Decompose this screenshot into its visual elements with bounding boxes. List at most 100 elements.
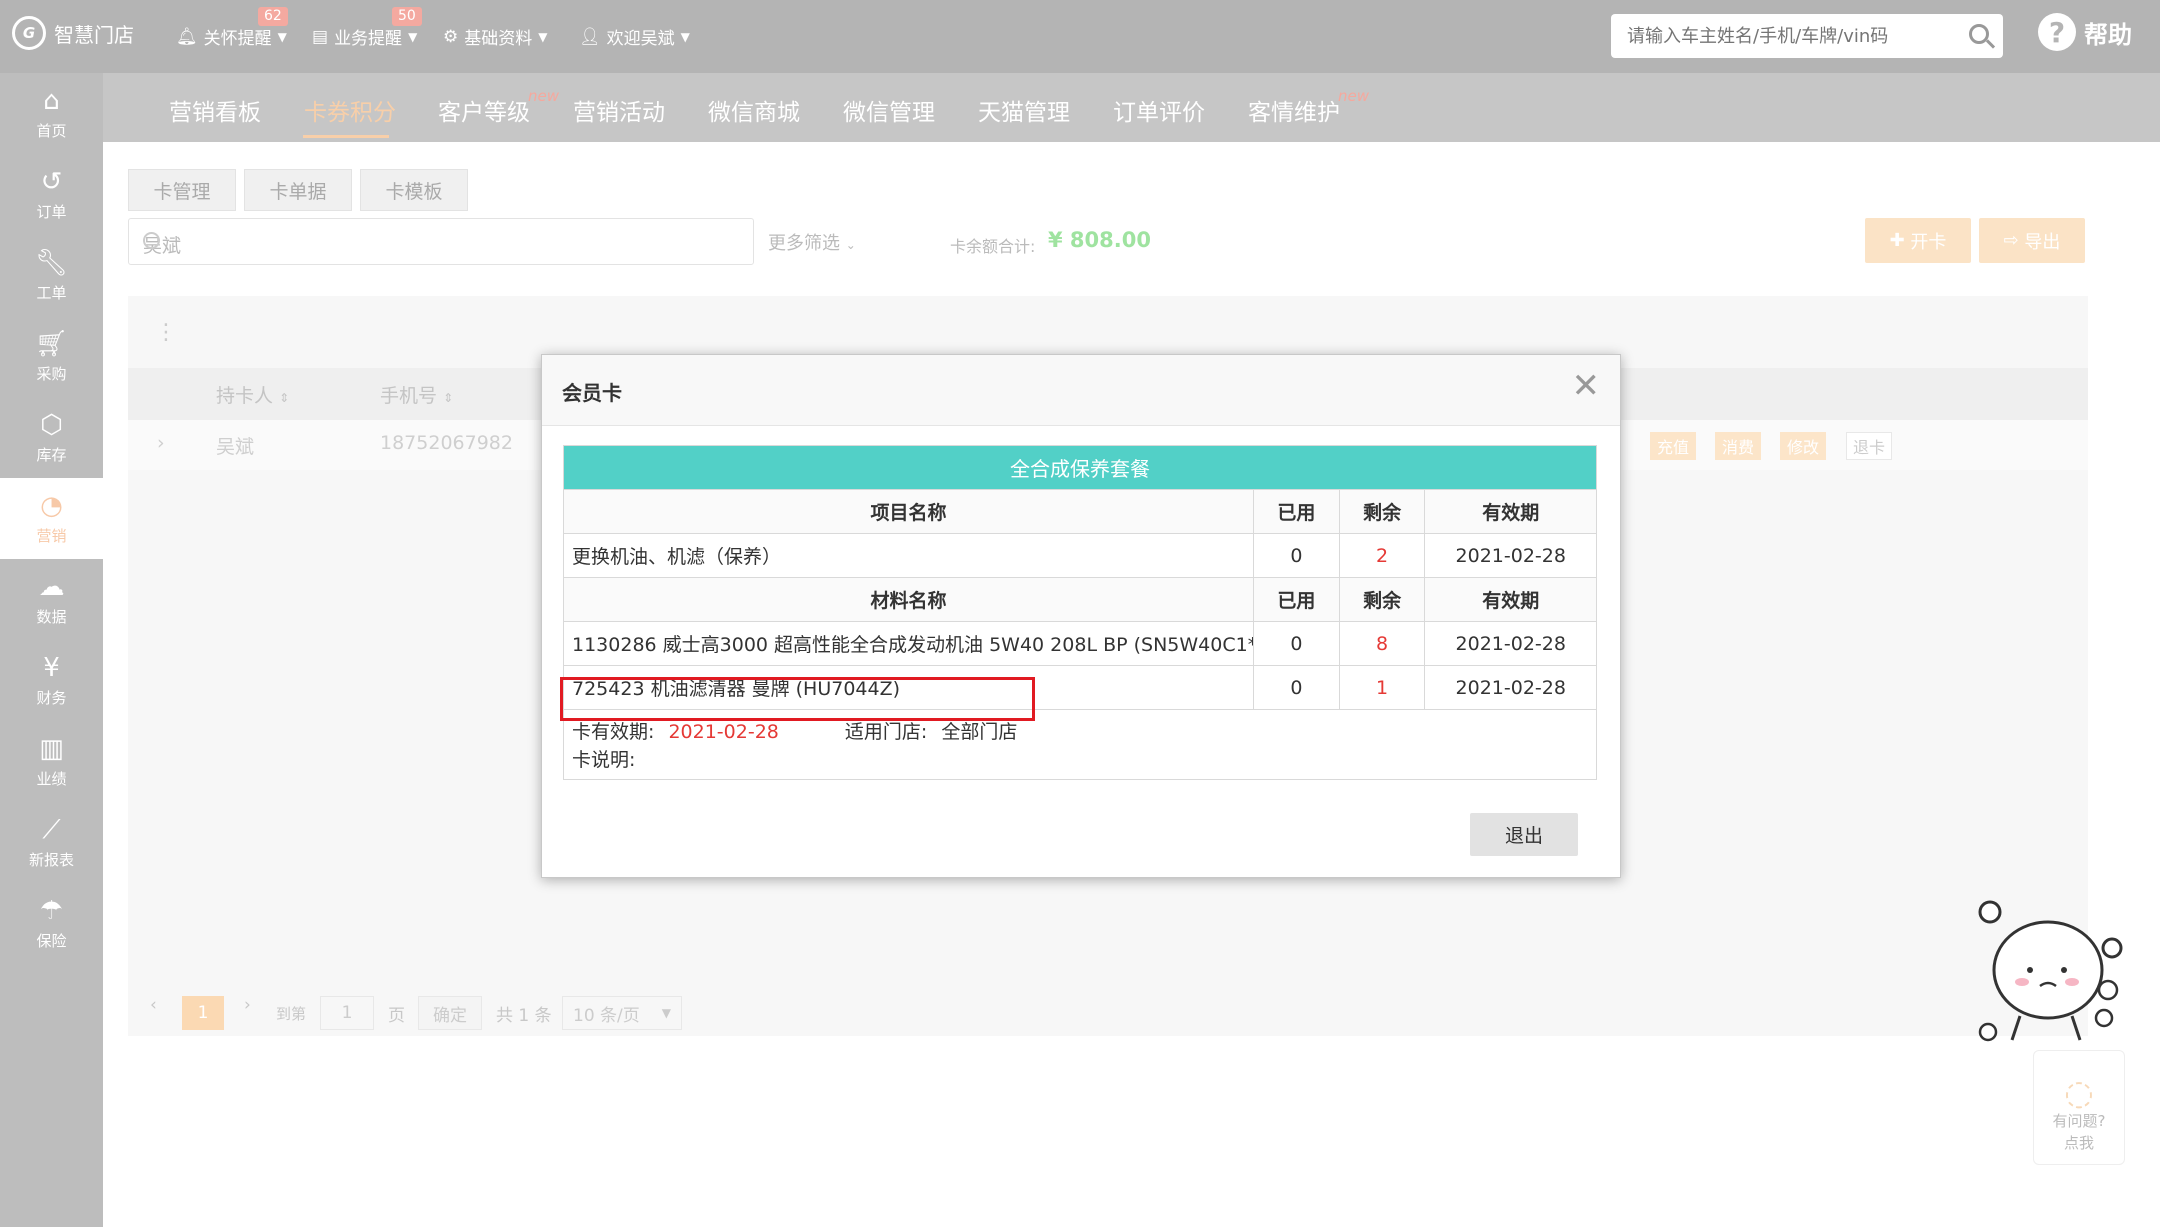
item-remaining: 2 [1338,533,1426,578]
logo-text: 智慧门店 [54,22,134,47]
phone-cell: 18752067982 [380,432,513,454]
sidebar-item-label: 订单 [36,203,67,221]
more-vertical-icon[interactable]: ⋮ [155,320,177,345]
menu-business-reminder[interactable]: ▤ 业务提醒 ▼ 50 [312,7,422,49]
home-icon: ⌂ [43,86,60,116]
open-card-label: 开卡 [1910,231,1947,253]
remaining-header: 剩余 [1338,577,1426,622]
menu-user[interactable]: 👤︎ 欢迎吴斌 ▼ [579,24,690,50]
sidebar-item-marketing[interactable]: ◔ 营销 [0,478,103,559]
tab-customer-care[interactable]: 客情维护 [1248,93,1340,127]
close-icon[interactable]: ✕ [1572,369,1601,403]
edit-button[interactable]: 修改 [1780,432,1826,460]
global-search[interactable] [1611,14,2003,58]
tab-tmall-manage[interactable]: 天猫管理 [978,93,1070,127]
page-current[interactable]: 1 [182,996,224,1030]
caret-down-icon: ▼ [538,29,548,44]
sidebar-item-orders[interactable]: ↺ 订单 [0,154,103,235]
expand-row-icon[interactable]: › [157,432,165,454]
help-float-button[interactable]: ◌ 有问题? 点我 [2033,1050,2125,1165]
tab-marketing-events[interactable]: 营销活动 [573,93,665,127]
pie-chart-icon: ◔ [40,491,63,521]
menu-label: 欢迎吴斌 [606,29,675,49]
sidebar-item-finance[interactable]: ¥ 财务 [0,640,103,721]
caret-down-icon: ▼ [680,29,690,44]
sidebar-item-label: 采购 [36,365,67,383]
sidebar-item-purchase[interactable]: 🛒︎ 采购 [0,316,103,397]
menu-basic-data[interactable]: ⚙ 基础资料 ▼ [443,24,548,50]
tab-order-review[interactable]: 订单评价 [1113,93,1205,127]
sidebar-item-label: 库存 [36,446,67,464]
helper-line1: 有问题? [2052,1112,2106,1130]
sidebar-item-new-report[interactable]: ⟋ 新报表 [0,802,103,883]
sidebar-item-label: 财务 [36,689,67,707]
tab-marketing-board[interactable]: 营销看板 [169,93,261,127]
next-page-icon[interactable]: › [244,995,251,1015]
support-icon: ◌ [2064,1073,2094,1113]
column-holder[interactable]: 持卡人 ⇕ [216,381,289,408]
modal-title: 会员卡 [562,381,622,405]
sidebar-item-performance[interactable]: ▥ 业绩 [0,721,103,802]
search-icon[interactable] [143,232,160,249]
tab-wechat-manage[interactable]: 微信管理 [843,93,935,127]
open-card-button[interactable]: ✚ 开卡 [1865,218,1971,263]
new-badge: new [1338,87,1370,105]
help-button[interactable]: ? 帮助 [2038,13,2132,51]
consume-button[interactable]: 消费 [1715,432,1761,460]
wrench-icon: 🔧︎ [34,248,68,278]
menu-care-reminder[interactable]: 🔔︎ 关怀提醒 ▼ 62 [176,7,288,49]
sidebar-item-inventory[interactable]: ⬡ 库存 [0,397,103,478]
caret-down-icon: ▼ [408,29,418,44]
gear-icon: ⚙ [443,26,459,47]
history-icon: ↺ [40,167,63,197]
sidebar-item-label: 营销 [36,527,67,545]
sidebar-item-label: 业绩 [36,770,67,788]
card-description-label: 卡说明: [572,749,636,771]
sidebar-item-insurance[interactable]: ☂ 保险 [0,883,103,964]
question-icon: ? [2038,13,2076,51]
material-name-header: 材料名称 [563,577,1254,622]
goto-confirm-button[interactable]: 确定 [418,996,482,1030]
sidebar-item-label: 工单 [36,284,67,302]
helper-line2: 点我 [2063,1134,2094,1152]
menu-label: 业务提醒 [334,29,403,49]
caret-down-icon: ▼ [661,1006,671,1020]
material-remaining: 1 [1338,665,1426,710]
cloud-icon: ☁ [38,572,65,602]
item-name-header: 项目名称 [563,489,1254,534]
bell-icon: 🔔︎ [176,26,198,47]
tab-card-bills[interactable]: 卡单据 [244,169,352,211]
modal-header: 会员卡 ✕ [542,355,1620,426]
filter-search-input[interactable]: 吴斌 [128,218,754,265]
balance-value: ¥ 808.00 [1048,228,1151,252]
search-input[interactable] [1611,14,1957,58]
sidebar-item-data[interactable]: ☁ 数据 [0,559,103,640]
table-row: 1130286 威士高3000 超高性能全合成发动机油 5W40 208L BP… [563,621,1597,666]
recharge-button[interactable]: 充值 [1650,432,1696,460]
sidebar-item-label: 数据 [36,608,67,626]
more-filter-button[interactable]: 更多筛选 ⌄ [768,229,856,255]
export-button[interactable]: ⇨ 导出 [1979,218,2085,263]
sidebar-item-label: 首页 [36,122,67,140]
tab-customer-level[interactable]: 客户等级 [438,93,530,127]
column-phone[interactable]: 手机号 ⇕ [380,381,453,408]
card-expiry-value: 2021-02-28 [668,721,779,743]
material-remaining: 8 [1338,621,1426,666]
material-used: 0 [1253,621,1340,666]
goto-page-input[interactable]: 1 [320,996,374,1030]
sidebar-item-workorders[interactable]: 🔧︎ 工单 [0,235,103,316]
refund-card-button[interactable]: 退卡 [1846,432,1892,460]
prev-page-icon[interactable]: ‹ [150,995,157,1015]
umbrella-icon: ☂ [39,896,64,926]
page-size-select[interactable]: 10 条/页 ▼ [562,996,682,1030]
tab-card-points[interactable]: 卡券积分 [304,93,396,127]
tab-card-manage[interactable]: 卡管理 [128,169,236,211]
sidebar-item-home[interactable]: ⌂ 首页 [0,73,103,154]
tab-card-templates[interactable]: 卡模板 [360,169,468,211]
page-label: 页 [388,1006,405,1026]
search-icon[interactable] [1969,24,1989,44]
logo[interactable]: G 智慧门店 [12,16,134,50]
tab-wechat-mall[interactable]: 微信商城 [708,93,800,127]
cart-icon: 🛒︎ [34,329,68,359]
exit-button[interactable]: 退出 [1470,813,1578,856]
